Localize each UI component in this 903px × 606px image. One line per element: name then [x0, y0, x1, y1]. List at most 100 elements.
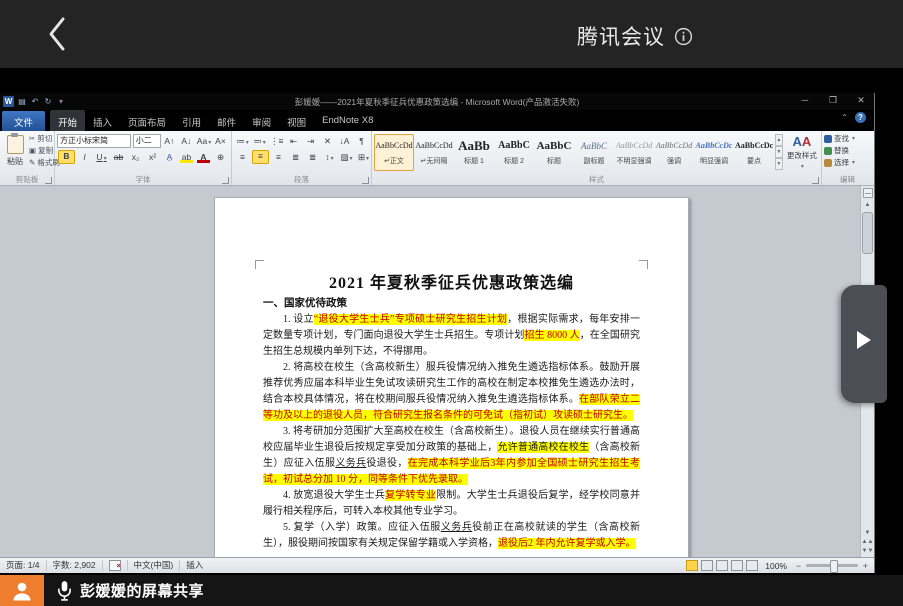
spellcheck-status[interactable] — [103, 560, 128, 571]
multilevel-list-icon[interactable]: ⋮≡ — [269, 135, 284, 147]
ruler-toggle-icon[interactable] — [863, 188, 873, 198]
fullscreen-reading-view-icon[interactable] — [701, 560, 713, 571]
cut-button[interactable]: ✂ 剪切 — [29, 133, 52, 145]
tab-插入[interactable]: 插入 — [85, 110, 120, 131]
align-center-icon[interactable]: ≡ — [252, 150, 269, 164]
paste-button[interactable]: 粘贴 — [2, 133, 28, 167]
style-item[interactable]: AaBbCcDc要点 — [734, 134, 774, 171]
help-icon[interactable]: ? — [855, 112, 866, 123]
tab-引用[interactable]: 引用 — [174, 110, 209, 131]
justify-icon[interactable]: ≣ — [288, 151, 303, 163]
web-layout-view-icon[interactable] — [716, 560, 728, 571]
zoom-slider-thumb[interactable] — [830, 560, 838, 573]
underline-icon[interactable]: U▾ — [94, 151, 109, 163]
zoom-in-icon[interactable]: + — [861, 561, 870, 571]
gallery-more-icon[interactable]: ▼ — [775, 158, 783, 170]
back-button[interactable] — [46, 16, 72, 52]
draft-view-icon[interactable] — [746, 560, 758, 571]
style-item[interactable]: AaBb标题 1 — [454, 134, 494, 171]
scroll-down-icon[interactable]: ▼ — [861, 529, 874, 538]
restore-button[interactable]: ❐ — [826, 95, 840, 106]
minimize-button[interactable]: ─ — [798, 95, 812, 106]
tab-视图[interactable]: 视图 — [279, 110, 314, 131]
phonetic-guide-icon[interactable]: A̤ — [162, 151, 177, 163]
language-indicator[interactable]: 中文(中国) — [128, 560, 181, 571]
style-item[interactable]: AaBbC副标题 — [574, 134, 614, 171]
format-painter-button[interactable]: ✎ 格式刷 — [29, 157, 52, 169]
insert-mode-indicator[interactable]: 插入 — [180, 560, 209, 571]
outline-view-icon[interactable] — [731, 560, 743, 571]
italic-icon[interactable]: I — [77, 151, 92, 163]
gallery-up-icon[interactable]: ▲ — [775, 134, 783, 146]
style-item[interactable]: AaBbCcDc明显强调 — [694, 134, 734, 171]
save-icon[interactable]: ▤ — [17, 97, 27, 107]
font-dialog-launcher[interactable] — [222, 177, 229, 184]
gallery-down-icon[interactable]: ▼ — [775, 146, 783, 158]
styles-dialog-launcher[interactable] — [812, 177, 819, 184]
style-item[interactable]: AaBbC标题 — [534, 134, 574, 171]
next-page-icon[interactable]: ▼▼ — [861, 547, 874, 556]
clear-formatting-icon[interactable]: A× — [213, 135, 228, 147]
scrollbar-thumb[interactable] — [862, 212, 873, 254]
subscript-icon[interactable]: x₂ — [128, 151, 143, 163]
style-item[interactable]: AaBbC标题 2 — [494, 134, 534, 171]
previous-page-icon[interactable]: ▲▲ — [861, 538, 874, 547]
select-button[interactable]: 选择▾ — [824, 157, 871, 169]
qat-dropdown-icon[interactable]: ▾ — [56, 97, 66, 107]
tab-文件[interactable]: 文件 — [2, 111, 45, 131]
shrink-font-icon[interactable]: A↓ — [179, 135, 194, 147]
document-page[interactable]: 2021 年夏秋季征兵优惠政策选编 一、国家优待政策 1. 设立“退役大学生士兵… — [214, 197, 689, 557]
redo-icon[interactable]: ↻ — [43, 97, 53, 107]
tab-EndNote X8[interactable]: EndNote X8 — [314, 110, 381, 131]
bold-icon[interactable]: B — [58, 150, 75, 164]
text-highlight-icon[interactable]: ab — [179, 151, 194, 163]
asian-layout-icon[interactable]: ✕ — [320, 135, 335, 147]
paragraph-dialog-launcher[interactable] — [362, 177, 369, 184]
style-item[interactable]: AaBbCcDd↵正文 — [374, 134, 414, 171]
bullet-list-icon[interactable]: ≔▾ — [235, 135, 250, 147]
close-button[interactable]: ✕ — [854, 95, 868, 106]
word-count[interactable]: 字数: 2,902 — [47, 560, 103, 571]
decrease-indent-icon[interactable]: ⇤ — [286, 135, 301, 147]
distribute-icon[interactable]: ≣ — [305, 151, 320, 163]
info-icon[interactable] — [674, 27, 693, 46]
clipboard-dialog-launcher[interactable] — [45, 177, 52, 184]
shading-icon[interactable]: ▨▾ — [339, 151, 354, 163]
tab-审阅[interactable]: 审阅 — [244, 110, 279, 131]
collapse-ribbon-icon[interactable]: ⌃ — [841, 113, 848, 122]
borders-icon[interactable]: ⊞▾ — [356, 151, 371, 163]
scroll-up-icon[interactable]: ▲ — [861, 200, 874, 210]
grow-font-icon[interactable]: A↑ — [162, 135, 177, 147]
zoom-level[interactable]: 100% — [761, 561, 791, 571]
replace-button[interactable]: 替换 — [824, 145, 871, 157]
style-item[interactable]: AaBbCcDd不明显强调 — [614, 134, 654, 171]
word-app-icon[interactable]: W — [3, 96, 14, 107]
show-marks-icon[interactable]: ¶ — [354, 135, 369, 147]
change-styles-button[interactable]: AA 更改样式 ▾ — [785, 134, 819, 170]
font-color-icon[interactable]: A — [196, 151, 211, 163]
tab-邮件[interactable]: 邮件 — [209, 110, 244, 131]
align-right-icon[interactable]: ≡ — [271, 151, 286, 163]
style-item[interactable]: AaBbCcDd强调 — [654, 134, 694, 171]
numbered-list-icon[interactable]: ≕▾ — [252, 135, 267, 147]
superscript-icon[interactable]: x² — [145, 151, 160, 163]
copy-button[interactable]: ▣ 复制 — [29, 145, 52, 157]
zoom-slider[interactable] — [806, 564, 858, 567]
undo-icon[interactable]: ↶ — [30, 97, 40, 107]
line-spacing-icon[interactable]: ↕▾ — [322, 151, 337, 163]
font-name-select[interactable]: 方正小标宋简 — [57, 134, 131, 148]
change-case-icon[interactable]: Aa▾ — [196, 135, 211, 147]
page-indicator[interactable]: 页面: 1/4 — [0, 560, 47, 571]
print-layout-view-icon[interactable] — [686, 560, 698, 571]
tab-开始[interactable]: 开始 — [50, 110, 85, 131]
strikethrough-icon[interactable]: ab — [111, 151, 126, 163]
increase-indent-icon[interactable]: ⇥ — [303, 135, 318, 147]
sort-icon[interactable]: ↓A — [337, 135, 352, 147]
tab-页面布局[interactable]: 页面布局 — [120, 110, 174, 131]
expand-video-panel-button[interactable] — [841, 285, 887, 403]
enclose-character-icon[interactable]: ⊕ — [213, 151, 228, 163]
font-size-select[interactable]: 小二 — [133, 134, 161, 148]
zoom-out-icon[interactable]: − — [794, 561, 803, 571]
style-item[interactable]: AaBbCcDd↵无间隔 — [414, 134, 454, 171]
find-button[interactable]: 查找▾ — [824, 133, 871, 145]
